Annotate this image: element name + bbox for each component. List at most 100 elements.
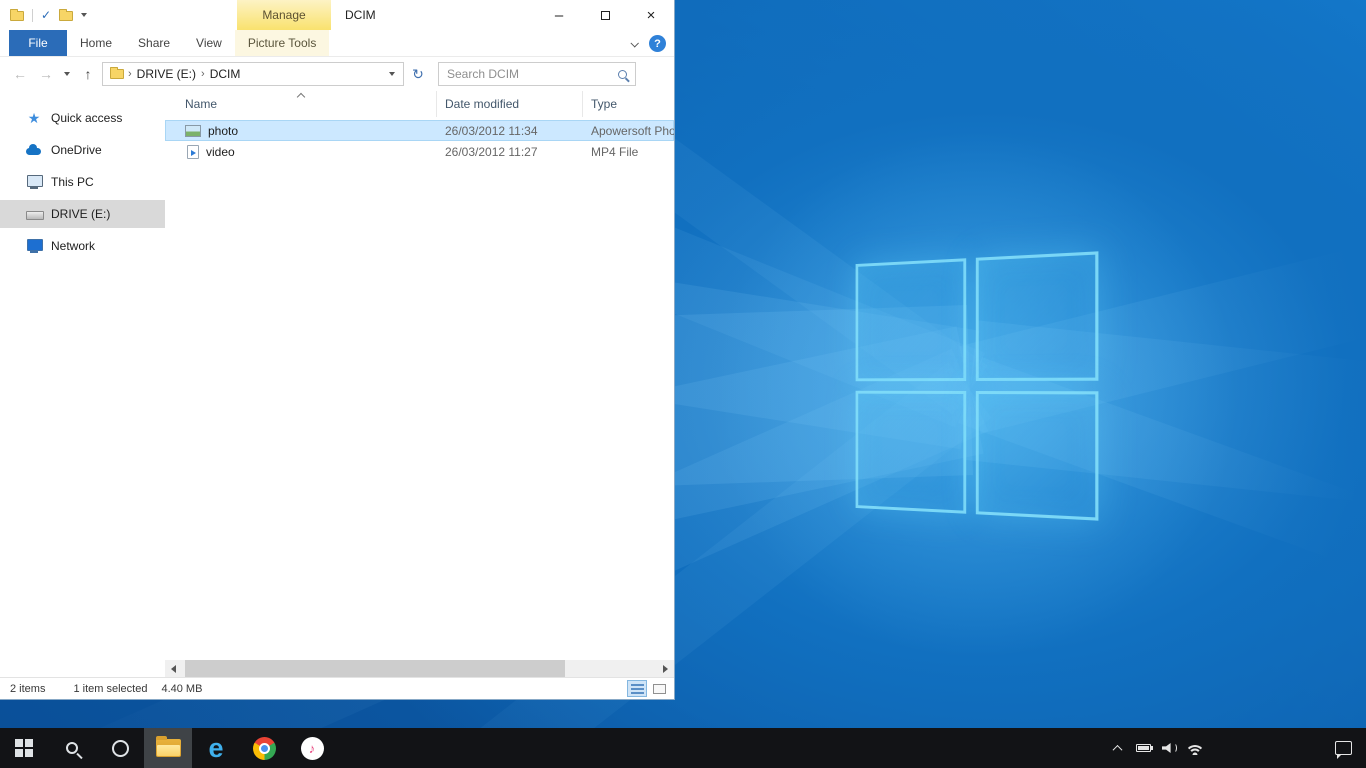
sidebar-item-onedrive[interactable]: OneDrive	[0, 136, 165, 164]
chrome-button[interactable]	[240, 728, 288, 768]
minimize-button[interactable]: –	[536, 0, 582, 30]
windows-logo-pane	[856, 258, 967, 381]
search-input[interactable]	[447, 67, 614, 81]
file-row-video[interactable]: video 26/03/2012 11:27 MP4 File	[165, 141, 674, 162]
file-row-photo[interactable]: photo 26/03/2012 11:34 Apowersoft Pho	[165, 120, 674, 141]
chevron-up-icon	[1112, 744, 1122, 754]
quick-access-toolbar	[0, 8, 87, 22]
taskbar	[0, 728, 1366, 768]
itunes-button[interactable]	[288, 728, 336, 768]
type-cell: Apowersoft Pho	[583, 124, 674, 138]
video-file-icon	[187, 145, 199, 159]
photo-file-icon	[185, 125, 201, 137]
internet-explorer-button[interactable]	[192, 728, 240, 768]
tab-picture-tools[interactable]: Picture Tools	[235, 30, 329, 56]
file-name: video	[206, 145, 235, 159]
tab-view[interactable]: View	[183, 30, 235, 56]
folder-icon[interactable]	[10, 11, 24, 21]
window-title: DCIM	[345, 0, 376, 30]
windows-wallpaper-logo	[856, 251, 1099, 520]
window-controls: – ×	[536, 0, 674, 30]
column-header-label: Type	[591, 97, 617, 111]
maximize-button[interactable]	[582, 0, 628, 30]
triangle-left-icon	[171, 665, 176, 673]
sidebar-item-label: Quick access	[51, 111, 122, 125]
file-explorer-window: Manage DCIM – × File Home Share View Pic…	[0, 0, 675, 700]
ie-icon	[208, 735, 223, 762]
file-rows: photo 26/03/2012 11:34 Apowersoft Pho vi…	[165, 120, 674, 162]
date-modified-cell: 26/03/2012 11:27	[437, 145, 583, 159]
breadcrumb-segment-dcim[interactable]: DCIM	[205, 67, 246, 81]
scroll-left-arrow[interactable]	[165, 660, 182, 677]
address-bar[interactable]: › DRIVE (E:) › DCIM	[102, 62, 404, 86]
help-button[interactable]: ?	[649, 35, 666, 52]
circle-icon	[112, 740, 129, 757]
column-header-date-modified[interactable]: Date modified	[437, 91, 583, 117]
name-cell: video	[165, 145, 437, 159]
recent-locations-caret[interactable]	[60, 72, 74, 76]
start-button[interactable]	[0, 728, 48, 768]
details-view-button[interactable]	[627, 680, 647, 697]
scrollbar-thumb[interactable]	[185, 660, 565, 677]
thumbnails-view-button[interactable]	[649, 680, 669, 697]
computer-icon	[26, 174, 42, 190]
search-box[interactable]	[438, 62, 636, 86]
expand-ribbon-chevron-icon[interactable]	[630, 39, 638, 47]
tab-share[interactable]: Share	[125, 30, 183, 56]
folder-icon	[156, 739, 181, 757]
sidebar-item-quick-access[interactable]: Quick access	[0, 104, 165, 132]
drive-icon	[26, 206, 42, 222]
sidebar-item-network[interactable]: Network	[0, 232, 165, 260]
column-headers: Name Date modified Type	[165, 91, 674, 117]
show-hidden-icons-button[interactable]	[1104, 728, 1130, 768]
breadcrumb-segment-drive[interactable]: DRIVE (E:)	[132, 67, 201, 81]
column-header-name[interactable]: Name	[165, 91, 437, 117]
close-button[interactable]: ×	[628, 0, 674, 30]
sidebar-item-drive-e[interactable]: DRIVE (E:)	[0, 200, 165, 228]
battery-status[interactable]	[1130, 728, 1156, 768]
address-bar-row: ← → ↑ › DRIVE (E:) › DCIM ↻	[0, 57, 674, 91]
title-bar[interactable]: Manage DCIM – ×	[0, 0, 674, 30]
taskbar-file-explorer-button[interactable]	[144, 728, 192, 768]
forward-button[interactable]: →	[34, 62, 58, 86]
sort-ascending-icon	[297, 93, 305, 101]
back-button[interactable]: ←	[8, 62, 32, 86]
ribbon-tabs: File Home Share View Picture Tools ?	[0, 30, 674, 57]
sidebar-item-this-pc[interactable]: This PC	[0, 168, 165, 196]
up-button[interactable]: ↑	[76, 62, 100, 86]
tab-home[interactable]: Home	[67, 30, 125, 56]
desktop: Manage DCIM – × File Home Share View Pic…	[0, 0, 1366, 768]
cloud-icon	[26, 142, 42, 158]
date-modified-cell: 26/03/2012 11:34	[437, 124, 583, 138]
manage-contextual-tab[interactable]: Manage	[237, 0, 331, 30]
triangle-right-icon	[663, 665, 668, 673]
windows-logo-pane	[976, 251, 1099, 381]
toolbar-separator	[32, 9, 33, 22]
scroll-right-arrow[interactable]	[657, 660, 674, 677]
refresh-button[interactable]: ↻	[406, 62, 430, 86]
volume-control[interactable]	[1156, 728, 1182, 768]
network-icon	[26, 238, 42, 254]
wifi-icon	[1185, 741, 1205, 755]
network-status[interactable]	[1182, 728, 1208, 768]
cortana-button[interactable]	[96, 728, 144, 768]
horizontal-scroll-row	[0, 660, 674, 677]
system-tray	[1104, 728, 1366, 768]
file-list-pane: Name Date modified Type photo	[165, 91, 674, 660]
checkmark-icon[interactable]	[41, 8, 51, 22]
address-dropdown-caret[interactable]	[383, 72, 401, 76]
sidebar-item-label: DRIVE (E:)	[51, 207, 110, 221]
type-cell: MP4 File	[583, 145, 674, 159]
volume-wave-icon	[1171, 743, 1177, 753]
tab-file[interactable]: File	[9, 30, 67, 56]
new-folder-icon[interactable]	[59, 11, 73, 21]
taskbar-search-button[interactable]	[48, 728, 96, 768]
dropdown-caret-icon[interactable]	[81, 13, 87, 17]
column-header-label: Date modified	[445, 97, 519, 111]
action-center-button[interactable]	[1320, 728, 1366, 768]
horizontal-scrollbar[interactable]	[165, 660, 674, 677]
caret-down-icon	[389, 72, 395, 76]
column-header-type[interactable]: Type	[583, 91, 674, 117]
battery-icon	[1136, 744, 1151, 752]
scroll-left-pad	[0, 660, 165, 677]
